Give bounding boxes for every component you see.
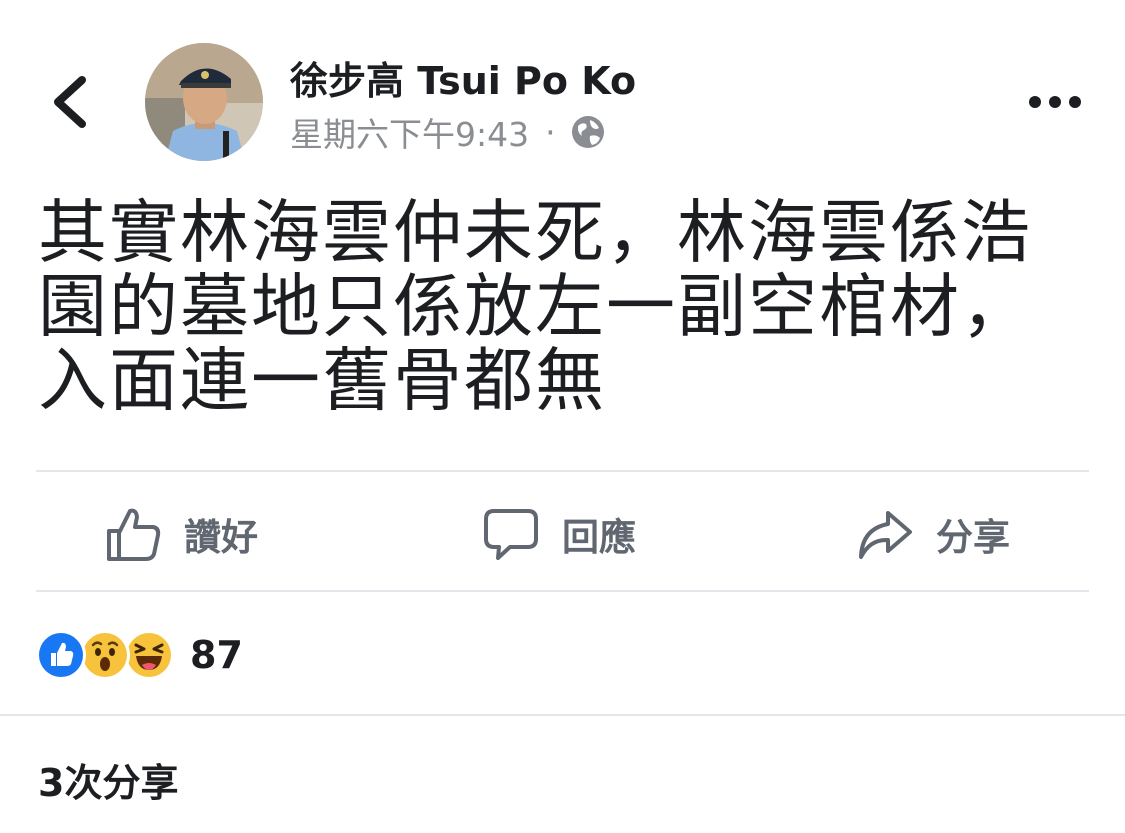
like-label: 讚好 bbox=[184, 516, 258, 559]
more-options-button[interactable] bbox=[1020, 84, 1090, 120]
comment-button[interactable]: 回應 bbox=[482, 494, 636, 574]
share-label: 分享 bbox=[936, 516, 1010, 559]
reaction-count: 87 bbox=[190, 633, 243, 677]
share-arrow-icon bbox=[859, 511, 912, 559]
post-text: 其實林海雲仲未死，林海雲係浩園的墓地只係放左一副空棺材，入面連一舊骨都無 bbox=[38, 193, 1032, 421]
meta-separator: · bbox=[545, 112, 556, 152]
back-button[interactable] bbox=[40, 70, 100, 134]
like-reaction-icon bbox=[36, 630, 86, 680]
reactions-summary[interactable]: 87 bbox=[36, 628, 243, 682]
chevron-left-icon bbox=[54, 76, 86, 128]
divider bbox=[36, 590, 1089, 592]
thumbs-up-icon bbox=[107, 508, 161, 561]
share-button[interactable]: 分享 bbox=[856, 494, 1010, 574]
comment-label: 回應 bbox=[562, 516, 636, 559]
shares-count[interactable]: 3次分享 bbox=[38, 752, 178, 807]
globe-icon bbox=[571, 116, 604, 148]
post-meta: 星期六下午9:43 · bbox=[290, 108, 606, 156]
avatar[interactable] bbox=[145, 43, 263, 161]
more-horizontal-icon bbox=[1029, 96, 1081, 108]
timestamp[interactable]: 星期六下午9:43 bbox=[290, 108, 529, 156]
haha-reaction-icon bbox=[124, 630, 174, 680]
avatar-image bbox=[145, 43, 263, 161]
wow-reaction-icon bbox=[80, 630, 130, 680]
comment-icon bbox=[484, 509, 538, 560]
author-name[interactable]: 徐步高 Tsui Po Ko bbox=[290, 50, 636, 105]
like-button[interactable]: 讚好 bbox=[104, 494, 258, 574]
divider bbox=[36, 470, 1089, 472]
divider bbox=[0, 714, 1125, 716]
